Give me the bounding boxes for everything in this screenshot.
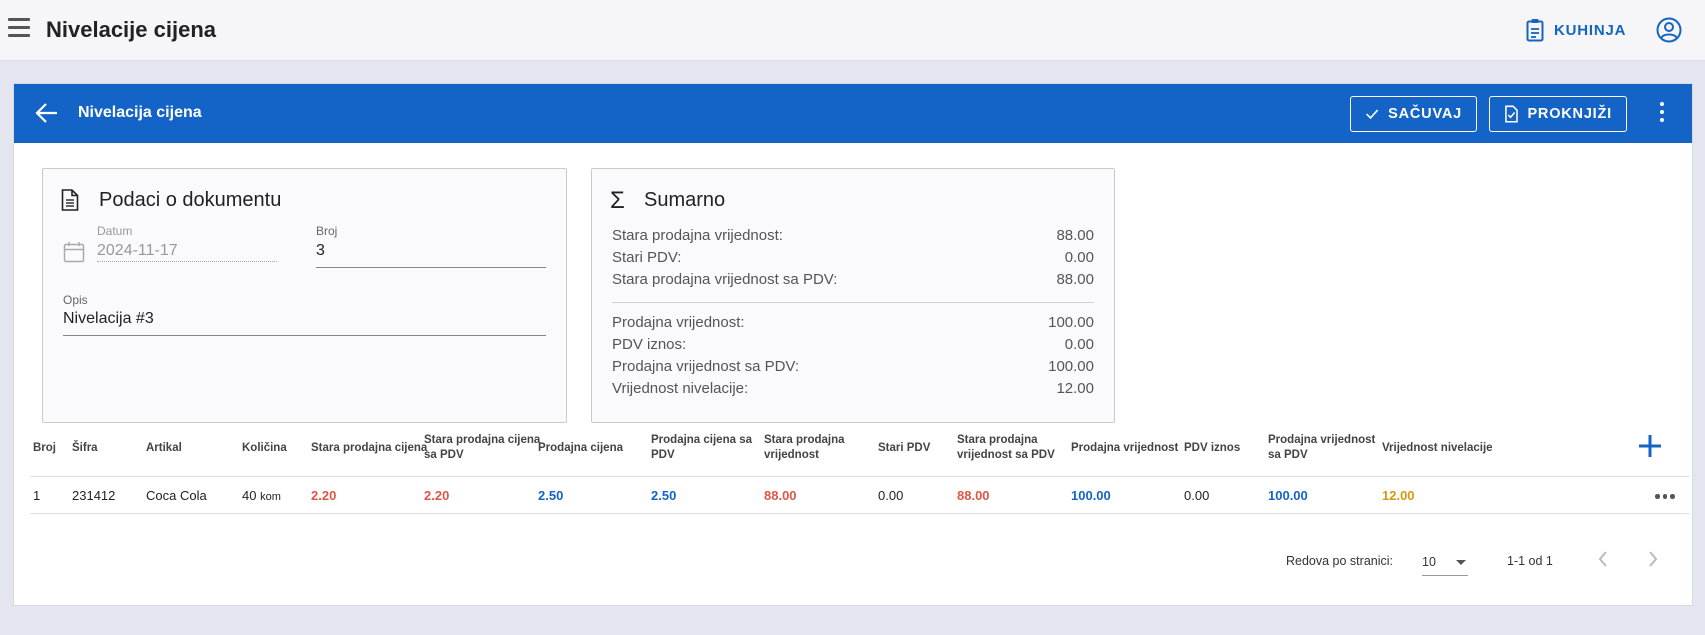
column-header[interactable]: Vrijednost nivelacije	[1382, 441, 1493, 456]
sigma-icon: Σ	[610, 187, 625, 214]
number-field[interactable]: 3	[316, 242, 325, 260]
date-label: Datum	[97, 224, 133, 238]
column-header[interactable]: Šifra	[72, 441, 98, 456]
more-horizontal-icon[interactable]	[1655, 494, 1678, 499]
column-header[interactable]: Stari PDV	[878, 441, 930, 456]
cell-vrijednost-pdv: 100.00	[1268, 488, 1308, 503]
cell-sifra: 231412	[72, 488, 116, 503]
column-header[interactable]: Artikal	[146, 441, 182, 456]
date-field-underline	[97, 261, 277, 262]
column-header[interactable]: Stara prodajna cijena	[311, 441, 427, 456]
save-button[interactable]: SAČUVAJ	[1350, 96, 1477, 132]
column-header[interactable]: Stara prodajna vrijednost	[764, 433, 845, 463]
summary-row: Prodajna vrijednost sa PDV: 100.00	[612, 358, 1094, 375]
table-row[interactable]: 1 231412 Coca Cola 40 kom 2.20 2.20 2.50…	[30, 477, 1690, 514]
cell-stara-vrijednost-pdv: 88.00	[957, 488, 990, 503]
number-label: Broj	[316, 224, 338, 238]
account-circle-icon[interactable]	[1656, 17, 1682, 43]
menu-icon[interactable]	[8, 18, 30, 40]
column-header[interactable]: Prodajna vrijednost sa PDV	[1268, 433, 1375, 463]
add-item-icon[interactable]	[1637, 433, 1663, 459]
column-header[interactable]: Prodajna cijena sa PDV	[651, 433, 752, 463]
app-title: Nivelacije cijena	[46, 17, 216, 42]
cell-stara-vrijednost: 88.00	[764, 488, 797, 503]
document-panel-title: Podaci o dokumentu	[99, 189, 282, 211]
column-header[interactable]: Stara prodajna vrijednost sa PDV	[957, 433, 1055, 463]
column-header[interactable]: Prodajna vrijednost	[1071, 441, 1178, 456]
cell-broj: 1	[33, 488, 41, 503]
location-button[interactable]: KUHINJA	[1526, 17, 1626, 43]
document-check-icon	[1505, 105, 1518, 123]
cell-kolicina: 40 kom	[242, 488, 281, 503]
column-header[interactable]: Prodajna cijena	[538, 441, 623, 456]
summary-row: Prodajna vrijednost: 100.00	[612, 314, 1094, 331]
app-bar: Nivelacije cijena KUHINJA	[0, 0, 1705, 61]
save-button-label: SAČUVAJ	[1388, 106, 1462, 122]
page-toolbar: Nivelacija cijena SAČUVAJ PROKNJIŽI	[14, 84, 1692, 143]
post-button-label: PROKNJIŽI	[1527, 106, 1612, 122]
summary-panel: Σ Sumarno Stara prodajna vrijednost: 88.0…	[591, 168, 1115, 423]
summary-row: Vrijednost nivelacije: 12.00	[612, 380, 1094, 397]
chevron-right-icon[interactable]	[1647, 550, 1659, 568]
rows-per-page-select[interactable]: 10	[1422, 548, 1468, 576]
rows-per-page-label: Redova po stranici:	[1286, 554, 1394, 568]
column-header[interactable]: Količina	[242, 441, 287, 456]
summary-panel-title: Sumarno	[644, 189, 726, 211]
cell-stari-pdv: 0.00	[878, 488, 904, 503]
chevron-left-icon[interactable]	[1597, 550, 1609, 568]
summary-row: Stara prodajna vrijednost: 88.00	[612, 227, 1094, 244]
check-icon	[1366, 109, 1379, 120]
document-icon	[61, 189, 79, 211]
table-header: Broj Šifra Artikal Količina Stara prodaj…	[30, 420, 1690, 477]
cell-stara-cijena: 2.20	[311, 488, 337, 503]
summary-row: PDV iznos: 0.00	[612, 336, 1094, 353]
cell-nivelacija: 12.00	[1382, 488, 1415, 503]
main-card: Nivelacija cijena SAČUVAJ PROKNJIŽI Poda…	[13, 83, 1693, 606]
document-panel: Podaci o dokumentu Datum 2024-11-17 Broj…	[42, 168, 567, 423]
cell-stara-cijena-pdv: 2.20	[424, 488, 450, 503]
cell-pdv-iznos: 0.00	[1184, 488, 1210, 503]
column-header[interactable]: Broj	[33, 441, 56, 456]
description-field-underline	[63, 335, 546, 336]
column-header[interactable]: Stara prodajna cijena sa PDV	[424, 433, 540, 463]
column-header[interactable]: PDV iznos	[1184, 441, 1240, 456]
location-label: KUHINJA	[1554, 21, 1627, 39]
more-vertical-icon[interactable]	[1657, 102, 1667, 124]
page-title: Nivelacija cijena	[78, 104, 202, 121]
number-field-underline	[316, 267, 546, 268]
summary-row: Stara prodajna vrijednost sa PDV: 88.00	[612, 271, 1094, 288]
cell-artikal: Coca Cola	[146, 488, 207, 503]
chevron-down-icon	[1456, 560, 1466, 565]
cell-cijena-pdv: 2.50	[651, 488, 677, 503]
pagination-range: 1-1 od 1	[1507, 554, 1553, 568]
cell-cijena: 2.50	[538, 488, 564, 503]
calendar-icon	[63, 242, 85, 263]
summary-divider	[612, 302, 1094, 303]
date-field: 2024-11-17	[97, 242, 178, 259]
post-button[interactable]: PROKNJIŽI	[1489, 96, 1627, 132]
cell-vrijednost: 100.00	[1071, 488, 1111, 503]
description-field[interactable]: Nivelacija #3	[63, 310, 154, 328]
description-label: Opis	[63, 293, 88, 307]
clipboard-icon	[1526, 19, 1544, 42]
summary-row: Stari PDV: 0.00	[612, 249, 1094, 266]
arrow-left-icon[interactable]	[34, 100, 60, 126]
